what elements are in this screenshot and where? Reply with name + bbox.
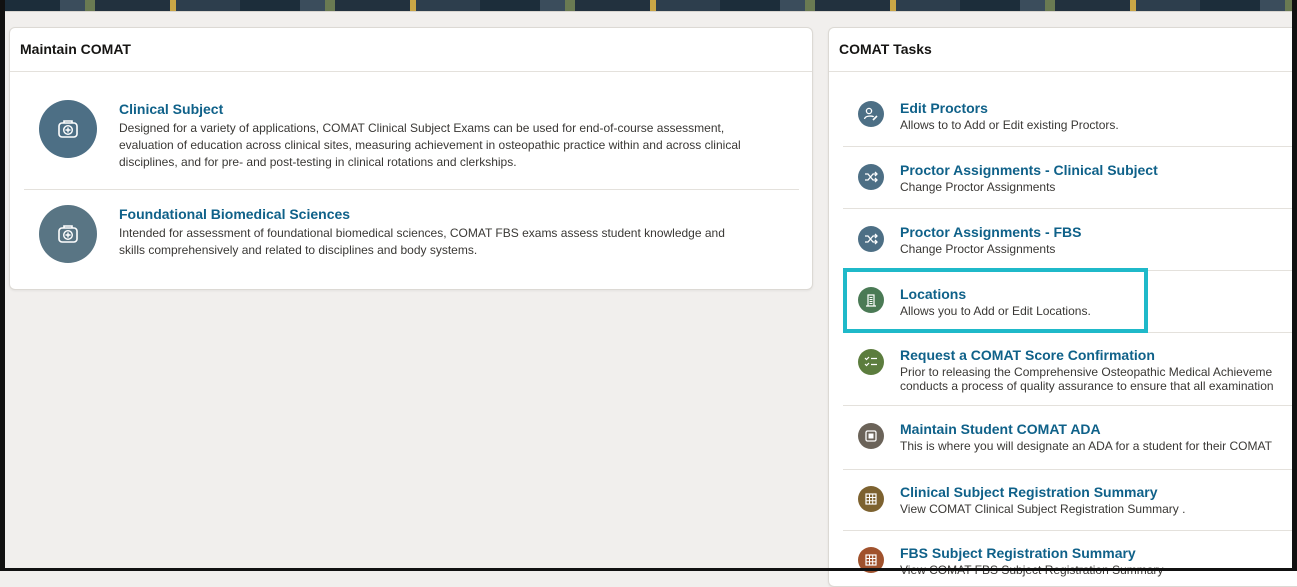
request-score-confirmation-description: Prior to releasing the Comprehensive Ost… <box>900 365 1274 393</box>
comat-tasks-title: COMAT Tasks <box>829 28 1297 72</box>
subject-item-clinical-subject[interactable]: Clinical Subject Designed for a variety … <box>24 86 799 190</box>
medical-case-icon <box>39 100 97 158</box>
square-icon <box>858 423 884 449</box>
task-maintain-student-ada[interactable]: Maintain Student COMAT ADA This is where… <box>843 407 1297 470</box>
comat-tasks-card: COMAT Tasks Edit Proctors Allows to to A… <box>828 27 1297 587</box>
shuffle-icon <box>858 226 884 252</box>
checklist-icon <box>858 349 884 375</box>
fbs-registration-summary-description: View COMAT FBS Subject Registration Summ… <box>900 563 1164 577</box>
header-banner-image <box>0 0 1297 12</box>
clinical-subject-description: Designed for a variety of applications, … <box>119 121 741 169</box>
maintain-comat-title: Maintain COMAT <box>10 28 812 72</box>
clinical-subject-link[interactable]: Clinical Subject <box>119 101 223 117</box>
task-edit-proctors[interactable]: Edit Proctors Allows to to Add or Edit e… <box>843 89 1297 147</box>
grid-icon <box>858 486 884 512</box>
edit-proctors-link[interactable]: Edit Proctors <box>900 100 988 116</box>
task-fbs-registration-summary[interactable]: FBS Subject Registration Summary View CO… <box>843 532 1297 586</box>
proctor-assignments-clinical-description: Change Proctor Assignments <box>900 180 1056 194</box>
fbs-registration-summary-link[interactable]: FBS Subject Registration Summary <box>900 545 1136 561</box>
person-edit-icon <box>858 101 884 127</box>
locations-description: Allows you to Add or Edit Locations. <box>900 304 1091 318</box>
proctor-assignments-fbs-link[interactable]: Proctor Assignments - FBS <box>900 224 1082 240</box>
task-proctor-assignments-clinical[interactable]: Proctor Assignments - Clinical Subject C… <box>843 148 1297 209</box>
task-proctor-assignments-fbs[interactable]: Proctor Assignments - FBS Change Proctor… <box>843 210 1297 271</box>
maintain-student-ada-link[interactable]: Maintain Student COMAT ADA <box>900 421 1101 437</box>
task-clinical-registration-summary[interactable]: Clinical Subject Registration Summary Vi… <box>843 471 1297 531</box>
medical-case-icon <box>39 205 97 263</box>
subject-item-foundational-biomedical[interactable]: Foundational Biomedical Sciences Intende… <box>24 191 799 281</box>
proctor-assignments-clinical-link[interactable]: Proctor Assignments - Clinical Subject <box>900 162 1158 178</box>
clinical-registration-summary-description: View COMAT Clinical Subject Registration… <box>900 502 1186 516</box>
locations-link[interactable]: Locations <box>900 286 966 302</box>
building-icon <box>858 287 884 313</box>
clinical-registration-summary-link[interactable]: Clinical Subject Registration Summary <box>900 484 1158 500</box>
proctor-assignments-fbs-description: Change Proctor Assignments <box>900 242 1056 256</box>
task-request-score-confirmation[interactable]: Request a COMAT Score Confirmation Prior… <box>843 334 1297 406</box>
task-locations[interactable]: Locations Allows you to Add or Edit Loca… <box>843 272 1297 333</box>
shuffle-icon <box>858 164 884 190</box>
request-score-confirmation-link[interactable]: Request a COMAT Score Confirmation <box>900 347 1155 363</box>
grid-icon <box>858 547 884 573</box>
maintain-student-ada-description: This is where you will designate an ADA … <box>900 439 1272 453</box>
maintain-comat-card: Maintain COMAT Clinical Subject Designed… <box>9 27 813 290</box>
edit-proctors-description: Allows to to Add or Edit existing Procto… <box>900 118 1119 132</box>
foundational-biomedical-link[interactable]: Foundational Biomedical Sciences <box>119 206 350 222</box>
foundational-biomedical-description: Intended for assessment of foundational … <box>119 226 725 257</box>
